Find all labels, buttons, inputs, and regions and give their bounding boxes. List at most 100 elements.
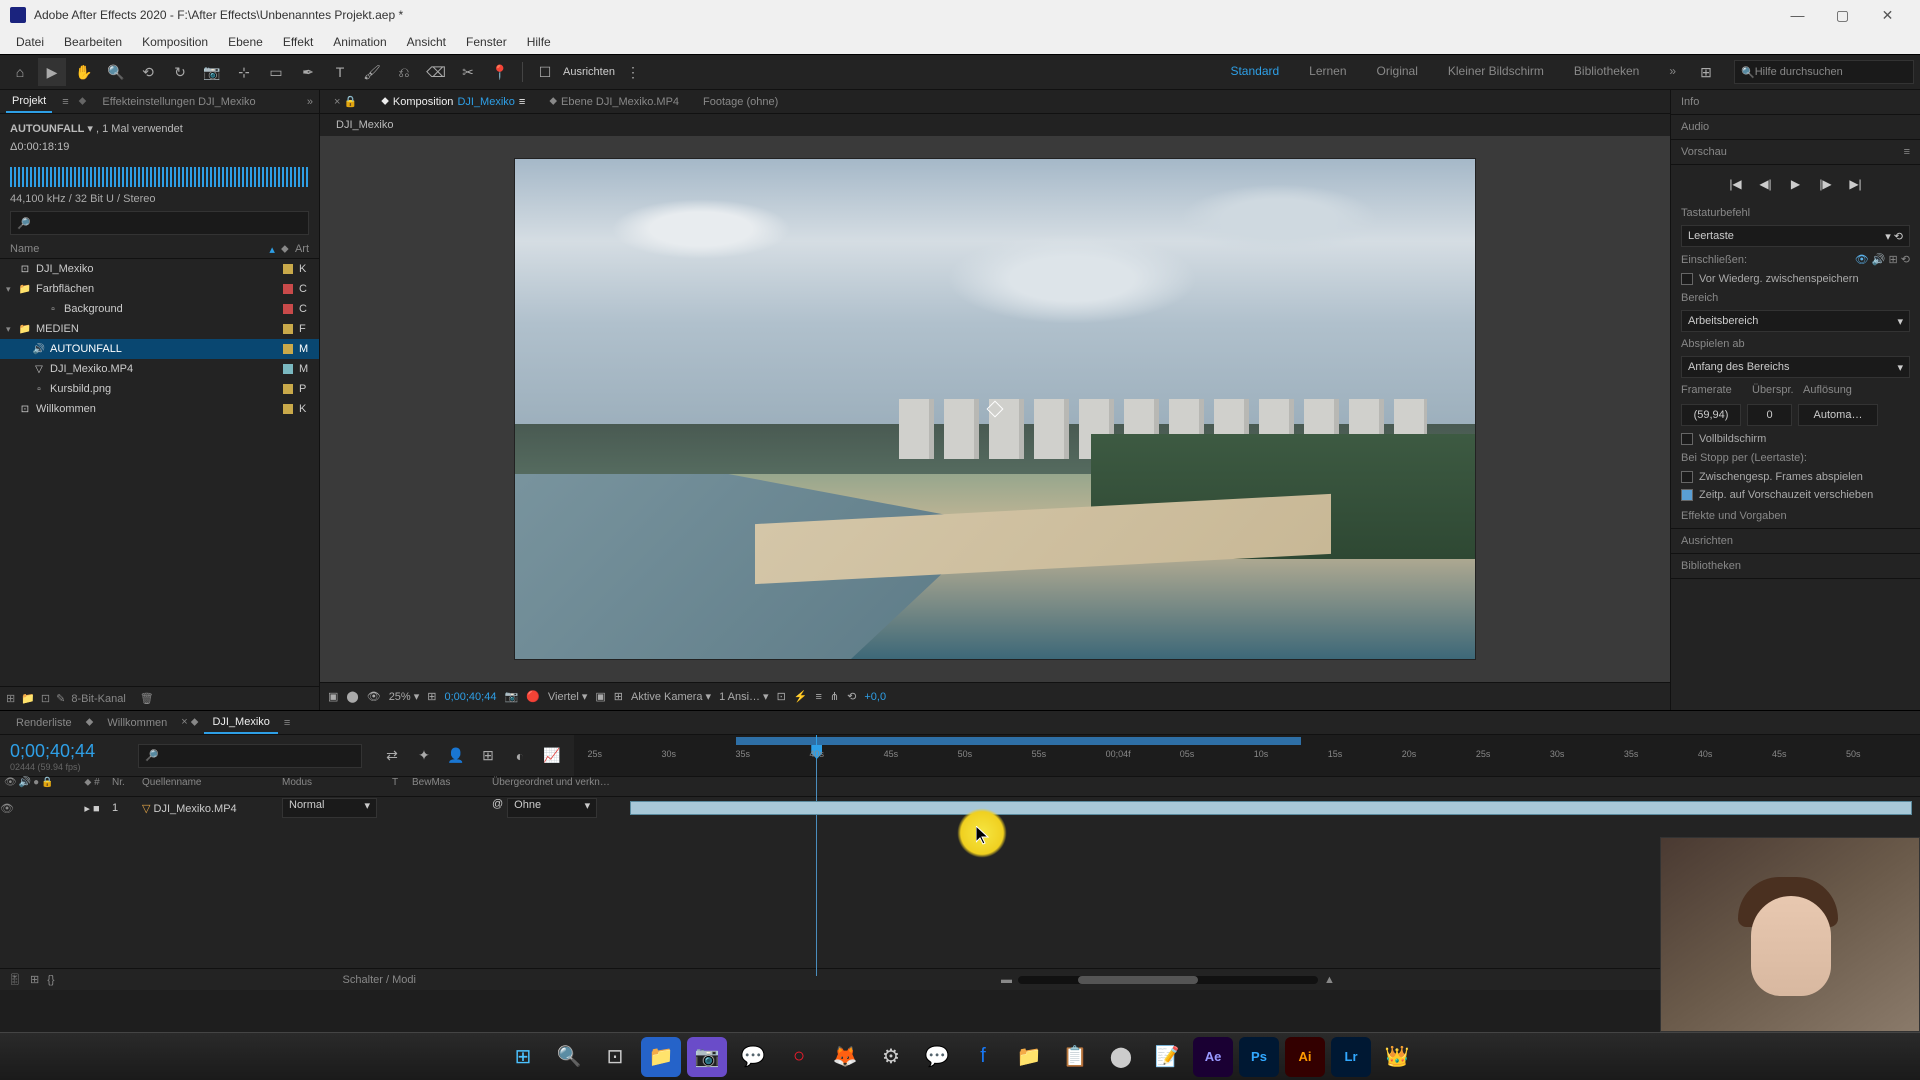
align-panel-header[interactable]: Ausrichten — [1671, 529, 1920, 554]
project-item[interactable]: ⊡DJI_MexikoK — [0, 259, 319, 279]
play-button[interactable]: ▶ — [1785, 173, 1807, 195]
taskbar-folder-icon[interactable]: 📁 — [1009, 1037, 1049, 1077]
taskbar-app2-icon[interactable]: 📋 — [1055, 1037, 1095, 1077]
time-ruler[interactable]: 25s30s35s40s45s50s55s00;04f05s10s15s20s2… — [574, 735, 1920, 776]
magnification-icon[interactable]: ▣ — [328, 690, 338, 703]
col-art[interactable]: Art — [295, 243, 309, 256]
include-video-icon[interactable]: 👁 — [1855, 254, 1869, 266]
graph-editor-icon[interactable]: 📈 — [538, 742, 566, 770]
trash-icon[interactable]: 🗑 — [140, 692, 154, 705]
taskbar-app1-icon[interactable]: ⚙ — [871, 1037, 911, 1077]
roto-tool-icon[interactable]: ✂ — [454, 58, 482, 86]
libraries-panel-header[interactable]: Bibliotheken — [1671, 554, 1920, 579]
menu-animation[interactable]: Animation — [323, 35, 396, 49]
mask-icon[interactable]: 👁 — [367, 690, 381, 703]
channel-icon[interactable]: 🔴 — [526, 690, 540, 703]
composition-viewer[interactable] — [320, 136, 1670, 682]
col-name[interactable]: Name — [10, 243, 269, 256]
layer-parent-dropdown[interactable]: Ohne▾ — [507, 798, 597, 818]
timeline-icon[interactable]: ≡ — [816, 691, 822, 703]
workspace-reset-icon[interactable]: ⊞ — [1692, 58, 1720, 86]
video-col-icon[interactable]: 👁 — [4, 777, 17, 796]
project-item[interactable]: ▽DJI_Mexiko.MP4M — [0, 359, 319, 379]
maximize-button[interactable]: ▢ — [1820, 0, 1865, 30]
solo-col-icon[interactable]: ● — [33, 777, 39, 796]
snap-options-icon[interactable]: ⋮ — [619, 58, 647, 86]
workspace-overflow-icon[interactable]: » — [1655, 58, 1690, 86]
taskbar-facebook-icon[interactable]: f — [963, 1037, 1003, 1077]
taskbar-search-icon[interactable]: 🔍 — [549, 1037, 589, 1077]
text-tool-icon[interactable]: T — [326, 58, 354, 86]
toggle-brackets-icon[interactable]: {} — [47, 974, 54, 986]
toggle-switches-icon[interactable]: 🎚 — [8, 973, 22, 986]
panel-overflow-icon[interactable]: » — [307, 96, 313, 108]
interpret-icon[interactable]: ⊞ — [6, 692, 15, 705]
loop-icon[interactable]: ⟲ — [1901, 254, 1910, 266]
menu-fenster[interactable]: Fenster — [456, 35, 517, 49]
toggle-modes-icon[interactable]: ⊞ — [30, 973, 39, 986]
close-button[interactable]: ✕ — [1865, 0, 1910, 30]
project-item[interactable]: ▾📁FarbflächenC — [0, 279, 319, 299]
workspace-standard[interactable]: Standard — [1216, 58, 1293, 86]
adjust-icon[interactable]: ✎ — [56, 692, 65, 705]
taskbar-illustrator-icon[interactable]: Ai — [1285, 1037, 1325, 1077]
fullscreen-checkbox[interactable] — [1681, 433, 1693, 445]
menu-ebene[interactable]: Ebene — [218, 35, 273, 49]
comp-tab-ebene[interactable]: ⬥ Ebene DJI_Mexiko.MP4 — [541, 91, 687, 112]
hand-tool-icon[interactable]: ✋ — [70, 58, 98, 86]
menu-hilfe[interactable]: Hilfe — [517, 35, 561, 49]
comp-tab-lock-icon[interactable]: × 🔒 — [326, 91, 365, 112]
menu-datei[interactable]: Datei — [6, 35, 54, 49]
layer-name[interactable]: DJI_Mexiko.MP4 — [154, 803, 237, 815]
timeline-zoom-slider[interactable] — [1018, 976, 1318, 984]
tab-renderliste[interactable]: Renderliste — [8, 713, 80, 733]
taskbar-opera-icon[interactable]: ○ — [779, 1037, 819, 1077]
prev-frame-button[interactable]: ◀| — [1755, 173, 1777, 195]
workspace-bibliotheken[interactable]: Bibliotheken — [1560, 58, 1653, 86]
taskbar-start-icon[interactable]: ⊞ — [503, 1037, 543, 1077]
taskbar-aftereffects-icon[interactable]: Ae — [1193, 1037, 1233, 1077]
pickwhip-icon[interactable]: @ — [492, 798, 503, 818]
zoom-dropdown[interactable]: 25% ▾ — [389, 690, 420, 703]
camera-dropdown[interactable]: Aktive Kamera ▾ — [631, 690, 711, 703]
rotate-tool-icon[interactable]: ↻ — [166, 58, 194, 86]
framerate-input[interactable]: (59,94) — [1681, 404, 1741, 426]
draft-3d-icon[interactable]: ✦ — [410, 742, 438, 770]
timecode-display[interactable]: 0;00;40;44 — [444, 691, 496, 703]
taskbar-app3-icon[interactable]: 👑 — [1377, 1037, 1417, 1077]
selection-tool-icon[interactable]: ▶ — [38, 58, 66, 86]
last-frame-button[interactable]: ▶| — [1845, 173, 1867, 195]
camera-tool-icon[interactable]: 📷 — [198, 58, 226, 86]
roi-icon[interactable]: ▣ — [595, 690, 605, 703]
shortcut-dropdown[interactable]: Leertaste▾ ⟲ — [1681, 225, 1910, 247]
pixel-aspect-icon[interactable]: ⊡ — [777, 690, 786, 703]
taskbar-lightroom-icon[interactable]: Lr — [1331, 1037, 1371, 1077]
puppet-tool-icon[interactable]: 📍 — [486, 58, 514, 86]
taskbar-taskview-icon[interactable]: ⊡ — [595, 1037, 635, 1077]
snap-checkbox[interactable]: ☐ — [531, 58, 559, 86]
stop-move-time-checkbox[interactable] — [1681, 489, 1693, 501]
shape-tool-icon[interactable]: ▭ — [262, 58, 290, 86]
layer-twirl-icon[interactable]: ▸ — [84, 803, 90, 815]
timeline-search-input[interactable]: 🔎 — [138, 744, 362, 768]
project-item[interactable]: ▾📁MEDIENF — [0, 319, 319, 339]
first-frame-button[interactable]: |◀ — [1725, 173, 1747, 195]
range-dropdown[interactable]: Arbeitsbereich▾ — [1681, 310, 1910, 332]
workspace-lernen[interactable]: Lernen — [1295, 58, 1360, 86]
taskbar-obs-icon[interactable]: ⬤ — [1101, 1037, 1141, 1077]
transparency-grid-icon[interactable]: ⊞ — [614, 690, 623, 703]
skip-input[interactable]: 0 — [1747, 404, 1792, 426]
zoom-in-icon[interactable]: ▲ — [1324, 974, 1335, 986]
project-item[interactable]: ▫BackgroundC — [0, 299, 319, 319]
menu-komposition[interactable]: Komposition — [132, 35, 218, 49]
current-time-display[interactable]: 0;00;40;44 02444 (59.94 fps) — [0, 735, 130, 776]
layer-duration-bar[interactable] — [630, 799, 1912, 817]
taskbar-messenger-icon[interactable]: 💬 — [917, 1037, 957, 1077]
snapshot-icon[interactable]: 📷 — [504, 690, 518, 703]
resolution-dropdown[interactable]: Viertel ▾ — [548, 690, 588, 703]
orbit-tool-icon[interactable]: ⟲ — [134, 58, 162, 86]
tab-dji-mexiko[interactable]: DJI_Mexiko — [204, 712, 277, 734]
layer-video-toggle[interactable]: 👁 — [0, 802, 14, 815]
workspace-kleiner-bildschirm[interactable]: Kleiner Bildschirm — [1434, 58, 1558, 86]
work-area-bar[interactable] — [736, 737, 1301, 745]
